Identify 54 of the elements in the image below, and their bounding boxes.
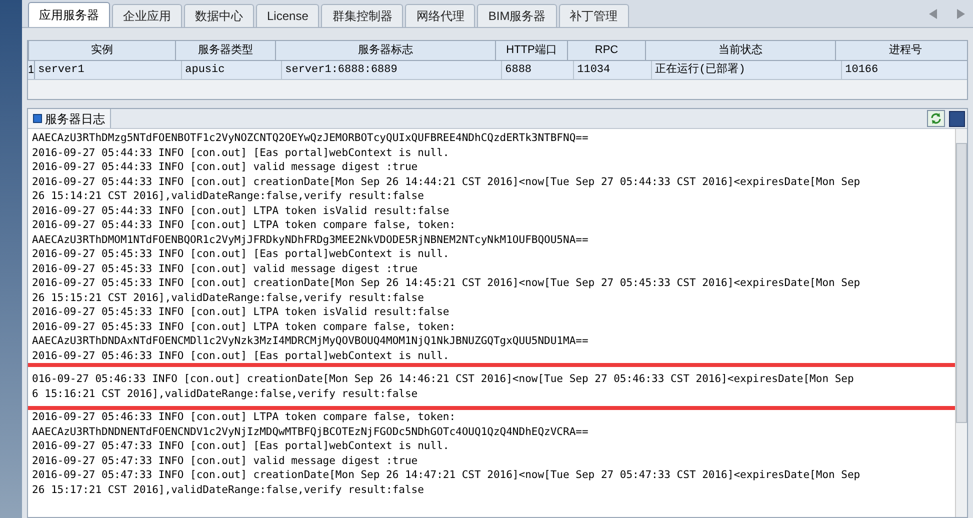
log-line: AAECAzU3RThDMOM1NTdFOENBQOR1c2VyMjJFRDkyNDhFRDg3MEE2NkVDODE5RjNBNEM2NTcyNkM1OUFBQOU5NA== — [32, 232, 590, 247]
tab[interactable]: License — [256, 4, 320, 27]
refresh-icon[interactable] — [927, 110, 945, 127]
save-icon[interactable] — [949, 110, 965, 126]
table-cell: server1:6888:6889 — [282, 61, 502, 79]
column-header: RPC — [568, 41, 646, 60]
log-line: 2016-09-27 05:45:33 INFO [con.out] valid message digest :true — [32, 262, 419, 276]
log-line: 2016-09-27 05:47:33 INFO [con.out] creationDate[Mon Sep 26 14:47:21 CST 2016]<now[Tue Sep 27 05:47:33 CST 2016]<expiresDate[Mon Sep — [32, 468, 862, 482]
log-line: 2016-09-27 05:44:33 INFO [con.out] LTPA token isValid result:false — [32, 204, 450, 218]
log-line: 2016-09-27 05:45:33 INFO [con.out] LTPA token isValid result:false — [32, 305, 450, 320]
log-line: 016-09-27 05:46:33 INFO [con.out] creationDate[Mon Sep 26 14:46:21 CST 2016]<now[Tue Sep 27 05:46:33 CST 2016]<expiresDate[Mon Sep — [32, 372, 855, 386]
log-line: AAECAzU3RThDMzg5NTdFOENBOTF1c2VyNOZCNTQ2OEYwQzJEMORBOTcyQUIxQUFBREE4NDhCQzdERTk3NTBFNQ== — [32, 131, 590, 146]
log-line: AAECAzU3RThDNDAxNTdFOENCMDl1c2VyNzk3MzI4MDRCMjMyQOVBOUQ4MOM1NjQ1NkJBNUZGQTgxQUU5NDU1MA== — [32, 334, 590, 348]
log-line: AAECAzU3RThDNDNENTdFOENCNDV1c2VyNjIzMDQwMTBFQjBCOTEzNjFGODc5NDhGOTc4OUQ1QzQ4NDhEQzVCRA== — [32, 424, 590, 439]
log-line: 6 15:16:21 CST 2016],validDateRange:false,verify result:false — [32, 386, 419, 401]
column-header: 服务器类型 — [176, 41, 276, 60]
log-line: 2016-09-27 05:44:33 INFO [con.out] creationDate[Mon Sep 26 14:44:21 CST 2016]<now[Tue Sep 27 05:44:33 CST 2016]<expiresDate[Mon Sep — [32, 174, 862, 189]
table-cell: 正在运行(已部署) — [652, 61, 842, 79]
scrollbar[interactable] — [955, 129, 967, 517]
column-header: 服务器标志 — [276, 41, 496, 60]
tab[interactable]: BIM服务器 — [477, 4, 557, 27]
scroll-right-icon[interactable] — [956, 9, 965, 19]
table-cell: apusic — [182, 61, 282, 79]
tab[interactable]: 群集控制器 — [321, 4, 404, 27]
tab[interactable]: 应用服务器 — [28, 2, 110, 27]
table-cell: server1 — [35, 61, 182, 79]
log-line: 2016-09-27 05:46:33 INFO [con.out] [Eas portal]webContext is null. — [32, 348, 450, 363]
tab[interactable]: 企业应用 — [112, 4, 182, 27]
log-line: 2016-09-27 05:47:33 INFO [con.out] valid message digest :true — [32, 454, 419, 468]
log-line: 26 15:14:21 CST 2016],validDateRange:false,verify result:false — [32, 189, 425, 204]
scroll-left-icon[interactable] — [929, 9, 938, 19]
log-line: 26 15:17:21 CST 2016],validDateRange:false,verify result:false — [32, 482, 425, 497]
column-header: HTTP端口 — [496, 41, 568, 60]
log-line: 2016-09-27 05:47:33 INFO [con.out] [Eas portal]webContext is null. — [32, 439, 450, 454]
table-cell: 10166 — [842, 61, 973, 79]
column-header: 当前状态 — [646, 41, 836, 60]
square-icon — [33, 114, 42, 123]
column-header: 实例 — [29, 41, 176, 60]
log-line: 26 15:15:21 CST 2016],validDateRange:false,verify result:false — [32, 290, 425, 305]
column-header: 进程号 — [836, 41, 973, 60]
table-cell: 11034 — [574, 61, 652, 79]
log-line: 2016-09-27 05:45:33 INFO [con.out] [Eas portal]webContext is null. — [32, 247, 450, 262]
log-line: 2016-09-27 05:45:33 INFO [con.out] LTPA token compare false, token: — [32, 320, 457, 334]
table-cell: 6888 — [502, 61, 574, 79]
log-line: 2016-09-27 05:46:33 INFO [con.out] LTPA token compare false, token: — [32, 410, 457, 424]
log-line: 2016-09-27 05:44:33 INFO [con.out] LTPA token compare false, token: — [32, 218, 457, 232]
tab[interactable]: 数据中心 — [184, 4, 254, 27]
panel-title: 服务器日志 — [45, 110, 105, 128]
log-line: 2016-09-27 05:45:33 INFO [con.out] creationDate[Mon Sep 26 14:45:21 CST 2016]<now[Tue Sep 27 05:45:33 CST 2016]<expiresDate[Mon Sep — [32, 276, 862, 290]
log-line: 2016-09-27 05:44:33 INFO [con.out] [Eas portal]webContext is null. — [32, 146, 450, 160]
row-number: 1 — [28, 61, 36, 79]
tab[interactable]: 补丁管理 — [558, 4, 629, 27]
tab[interactable]: 网络代理 — [405, 4, 476, 27]
log-line: 2016-09-27 05:44:33 INFO [con.out] valid message digest :true — [32, 160, 419, 174]
